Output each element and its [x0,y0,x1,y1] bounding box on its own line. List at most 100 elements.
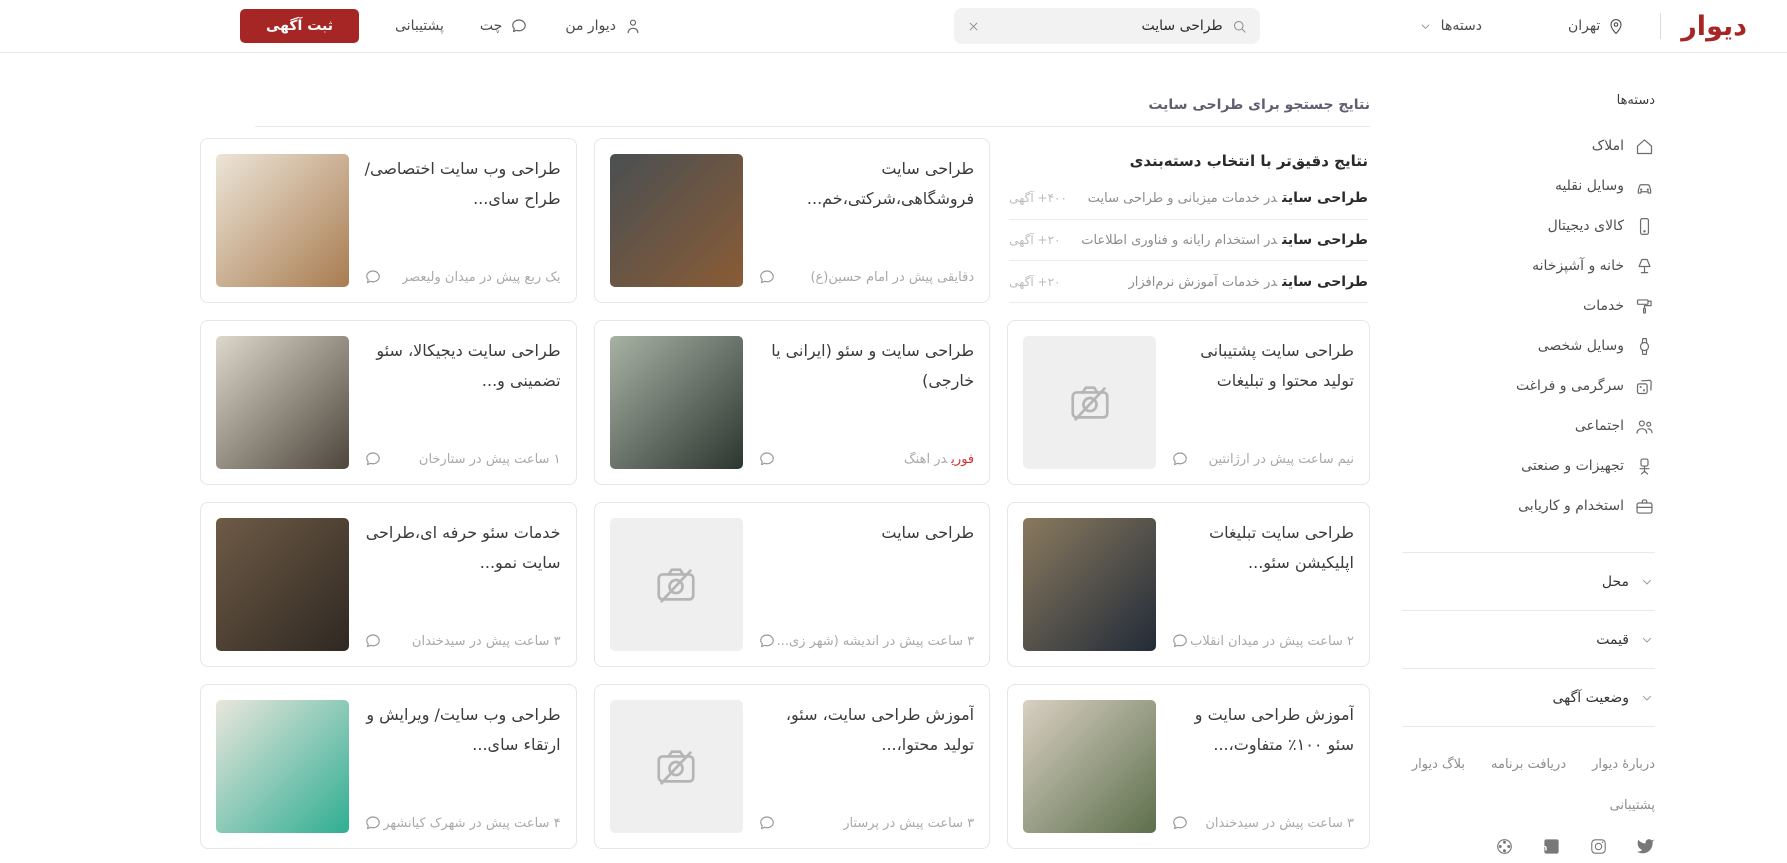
sidebar-support-link[interactable]: پشتیبانی [1402,798,1655,813]
category-label: خدمات [1583,298,1624,314]
ad-title: طراحی سایت و سئو (ایرانی یا خارجی) [771,341,975,390]
ad-card[interactable]: طراحی وب سایت اختصاصی/طراح سای... یک ربع… [200,138,577,303]
home-icon [1634,136,1655,157]
ad-card-footer: ۳ ساعت پیش در اندیشه (شهر زی... [757,631,974,651]
people-icon [1634,416,1655,437]
chevron-down-icon [1639,632,1655,648]
ad-card-body: آموزش طراحی سایت و سئو ۱۰۰٪ متفاوت،... ۳… [1170,700,1354,833]
category-label: وسایل نقلیه [1554,178,1624,194]
category-label: املاک [1591,138,1624,154]
camera-off-icon [653,562,699,608]
ad-card[interactable]: خدمات سئو حرفه ای،طراحی سایت نمو... ۳ سا… [200,502,577,667]
ad-card-body: طراحی سایت ۳ ساعت پیش در اندیشه (شهر زی.… [757,518,974,651]
ad-card[interactable]: طراحی سایت فروشگاهی،شرکتی،خم... دقایقی پ… [593,138,991,303]
post-ad-button[interactable]: ثبت آگهی [240,9,360,43]
sidebar-category-item[interactable]: خانه و آشپزخانه [1402,246,1655,286]
ad-card-footer: نیم ساعت پیش در آرژانتین [1170,449,1354,469]
linkedin-icon[interactable]: in [1542,837,1561,856]
suggestion-text: طراحی سایتدر خدمات آموزش نرم‌افزار [1128,273,1368,290]
divar-logo[interactable]: دیوار [1681,11,1747,42]
sidebar-category-item[interactable]: اجتماعی [1402,406,1655,446]
sidebar-category-item[interactable]: وسایل نقلیه [1402,166,1655,206]
ad-title: آموزش طراحی سایت، سئو، تولید محتوا،... [785,705,975,754]
chevron-down-icon [1639,690,1655,706]
sidebar-category-item[interactable]: خدمات [1402,286,1655,326]
chat-button[interactable]: چت [480,16,529,36]
sidebar-category-item[interactable]: کالای دیجیتال [1402,206,1655,246]
briefcase-icon [1634,496,1655,517]
ad-card[interactable]: طراحی سایت پشتیبانی تولید محتوا و تبلیغا… [1007,320,1370,485]
suggestion-ad-count: ۲۰+ آگهی [1009,274,1061,289]
svg-text:in: in [1542,843,1548,852]
category-label: استخدام و کاریابی [1518,498,1624,514]
chat-bubble-icon [363,267,383,287]
ad-card[interactable]: طراحی سایت دیجیکالا، سئو تضمینی و... ۱ س… [200,320,577,485]
twitter-icon[interactable] [1636,837,1655,856]
ad-card[interactable]: آموزش طراحی سایت، سئو، تولید محتوا،... ۳… [593,684,991,849]
location-pin-icon [1606,16,1626,36]
ad-title: طراحی سایت تبلیغات اپلیکیشن سئو... [1209,523,1354,572]
ad-card[interactable]: طراحی سایت ۳ ساعت پیش در اندیشه (شهر زی.… [593,502,991,667]
ad-thumbnail [609,336,743,469]
ad-card[interactable]: طراحی وب سایت/ ویرایش و ارتقاء سای... ۴ … [200,684,577,849]
ad-meta: ۴ ساعت پیش در شهرک کیانشهر [383,815,561,831]
category-suggestion-row[interactable]: طراحی سایتدر خدمات آموزش نرم‌افزار ۲۰+ آ… [1009,261,1368,304]
chat-bubble-icon [757,449,777,469]
ad-thumbnail [1023,700,1157,833]
sidebar-footer-link[interactable]: دریافت برنامه [1491,757,1566,772]
city-selector[interactable]: تهران [1568,16,1626,36]
my-divar-button[interactable]: دیوار من [565,16,643,36]
sidebar-footer-link[interactable]: بلاگ دیوار [1412,757,1465,772]
chat-bubble-icon [1170,813,1190,833]
category-label: سرگرمی و فراغت [1515,378,1624,394]
aparat-icon[interactable] [1495,837,1514,856]
close-icon[interactable] [966,19,981,34]
ad-meta: یک ربع پیش در میدان ولیعصر [401,269,561,285]
category-label: اجتماعی [1574,418,1624,434]
ad-thumbnail [1023,518,1157,651]
ad-card-footer: ۱ ساعت پیش در ستارخان [363,449,561,469]
category-suggestion-row[interactable]: طراحی سایتدر استخدام رایانه و فناوری اطل… [1009,220,1368,262]
search-input[interactable] [953,8,1260,44]
ad-card-footer: دقایقی پیش در امام حسین(ع) [757,267,974,287]
sidebar-category-item[interactable]: املاک [1402,126,1655,166]
ad-card-footer: ۳ ساعت پیش در پرستار [757,813,974,833]
mobile-icon [1634,216,1655,237]
camera-off-icon [1067,380,1113,426]
search-value-field[interactable] [988,18,1223,34]
ad-card-body: خدمات سئو حرفه ای،طراحی سایت نمو... ۳ سا… [363,518,561,651]
ad-card-footer: ۲ ساعت پیش در میدان انقلاب [1170,631,1354,651]
filters-sidebar: دسته‌ها املاک وسایل نقلیه کالای دیجیتال … [1402,53,1655,856]
sidebar-category-item[interactable]: استخدام و کاریابی [1402,486,1655,526]
ad-card[interactable]: آموزش طراحی سایت و سئو ۱۰۰٪ متفاوت،... ۳… [1007,684,1370,849]
category-suggestion-row[interactable]: طراحی سایتدر خدمات میزبانی و طراحی سایت … [1009,178,1368,220]
dice-icon [1634,376,1655,397]
support-button[interactable]: پشتیبانی [395,18,444,34]
filter-section-toggle[interactable]: وضعیت آگهی [1402,668,1655,726]
categories-dropdown[interactable]: دسته‌ها [1418,18,1482,34]
category-label: خانه و آشپزخانه [1532,258,1624,274]
suggestion-ad-count: ۴۰۰+ آگهی [1009,191,1067,206]
person-icon [623,16,643,36]
ad-card[interactable]: طراحی سایت تبلیغات اپلیکیشن سئو... ۲ ساع… [1007,502,1370,667]
ad-card-body: طراحی سایت تبلیغات اپلیکیشن سئو... ۲ ساع… [1170,518,1354,651]
sidebar-category-item[interactable]: وسایل شخصی [1402,326,1655,366]
ad-card-footer: ۳ ساعت پیش در سیدخندان [1170,813,1354,833]
chat-bubble-icon [363,813,383,833]
filter-list: محل قیمت وضعیت آگهی [1402,552,1655,727]
ad-thumbnail [216,518,350,651]
filter-section-toggle[interactable]: محل [1402,552,1655,610]
header-divider [1660,13,1662,39]
ad-card-footer: ۳ ساعت پیش در سیدخندان [363,631,561,651]
sidebar-category-item[interactable]: تجهیزات و صنعتی [1402,446,1655,486]
filter-section-toggle[interactable]: قیمت [1402,610,1655,668]
sidebar-footer-link[interactable]: دربارهٔ دیوار [1592,757,1655,772]
sidebar-category-item[interactable]: سرگرمی و فراغت [1402,366,1655,406]
ad-card[interactable]: طراحی سایت و سئو (ایرانی یا خارجی) فورید… [593,320,991,485]
ad-thumbnail [216,700,350,833]
ad-card-footer: فوریدر آهنگ [757,449,974,469]
city-label: تهران [1568,18,1601,34]
instagram-icon[interactable] [1589,837,1608,856]
search-icon [1231,18,1248,35]
chat-bubble-icon [363,631,383,651]
